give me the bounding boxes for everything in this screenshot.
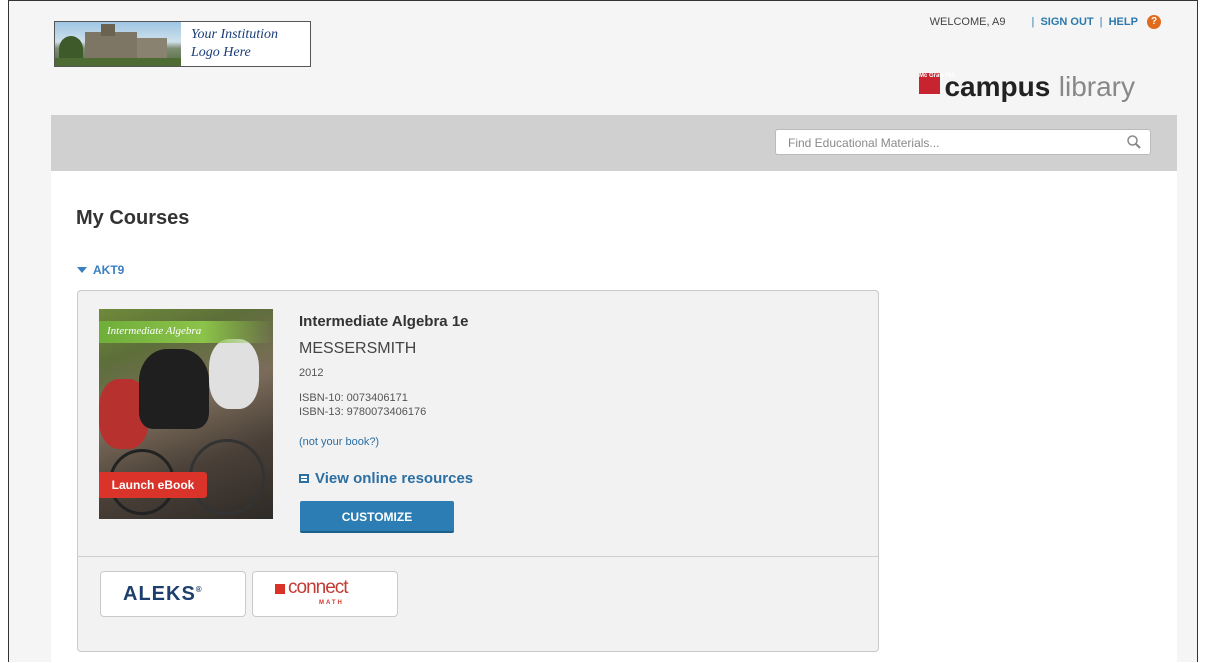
search-bar xyxy=(51,115,1177,171)
page-title: My Courses xyxy=(76,207,190,229)
launch-ebook-button[interactable]: Launch eBook xyxy=(99,472,207,498)
institution-logo: Your Institution Logo Here xyxy=(54,21,311,67)
search-input[interactable] xyxy=(786,133,1110,153)
online-resources-label: View online resources xyxy=(315,470,474,487)
connect-sub-label: MATH xyxy=(319,600,344,606)
aleks-button[interactable]: ALEKS® xyxy=(100,571,246,617)
view-online-resources-link[interactable]: View online resources xyxy=(299,470,473,487)
aleks-label: ALEKS xyxy=(123,583,196,605)
course-toggle[interactable]: AKT9 xyxy=(77,263,124,277)
aleks-reg: ® xyxy=(195,585,203,594)
mcgraw-hill-logo-icon: Mc Graw Hill xyxy=(919,72,955,94)
search-box[interactable] xyxy=(775,129,1151,155)
user-bar: WELCOME, A9 | SIGN OUT | HELP ? xyxy=(930,15,1161,29)
brand-mark-text: Mc Graw Hill xyxy=(919,72,956,79)
isbn-13: ISBN-13: 9780073406176 xyxy=(299,406,427,418)
separator: | xyxy=(1031,15,1035,28)
institution-logo-line2: Logo Here xyxy=(191,45,251,60)
book-author: MESSERSMITH xyxy=(299,340,417,357)
help-icon[interactable]: ? xyxy=(1147,15,1161,29)
cover-title: Intermediate Algebra xyxy=(107,325,202,337)
course-code: AKT9 xyxy=(93,263,125,277)
not-your-book-link[interactable]: (not your book?) xyxy=(299,436,379,448)
divider xyxy=(78,556,878,557)
institution-logo-line1: Your Institution xyxy=(191,27,279,42)
campus-library-logo: Mc Graw Hill campus library xyxy=(919,71,1135,105)
sign-out-link[interactable]: SIGN OUT xyxy=(1040,16,1093,28)
page-frame: Your Institution Logo Here WELCOME, A9 |… xyxy=(8,0,1198,663)
isbn-10: ISBN-10: 0073406171 xyxy=(299,392,408,404)
institution-logo-text: Your Institution Logo Here xyxy=(191,26,307,62)
help-link[interactable]: HELP xyxy=(1109,16,1138,28)
brand-campus: campus xyxy=(944,71,1051,102)
customize-button[interactable]: CUSTOMIZE xyxy=(300,501,454,533)
connect-label: connect xyxy=(288,577,349,598)
connect-math-button[interactable]: connect MATH xyxy=(252,571,398,617)
search-icon[interactable] xyxy=(1126,134,1142,150)
resources-icon xyxy=(299,474,309,483)
book-title: Intermediate Algebra 1e xyxy=(299,313,469,330)
separator: | xyxy=(1099,15,1103,28)
connect-logo-icon xyxy=(275,584,285,594)
brand-library: library xyxy=(1058,71,1135,102)
course-card: Intermediate Algebra Launch eBook Interm… xyxy=(77,290,879,652)
caret-down-icon xyxy=(77,266,87,273)
welcome-text: WELCOME, A9 xyxy=(929,15,1006,28)
book-year: 2012 xyxy=(299,367,324,379)
aleks-logo: ALEKS® xyxy=(123,583,203,606)
institution-photo xyxy=(55,22,181,66)
main-content: My Courses AKT9 Intermediate Algebra Lau… xyxy=(51,171,1177,663)
